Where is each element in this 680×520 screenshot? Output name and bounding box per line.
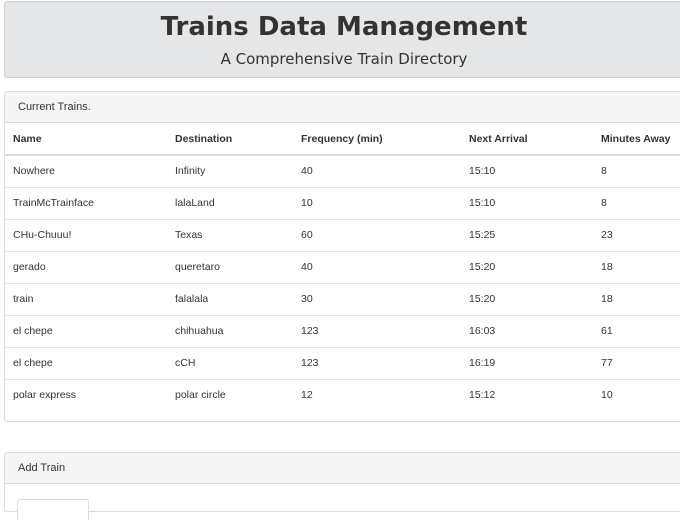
column-header-destination: Destination <box>167 123 293 156</box>
cell-next-arrival: 15:20 <box>461 283 593 316</box>
cell-name: TrainMcTrainface <box>5 187 167 220</box>
cell-destination: queretaro <box>167 251 293 284</box>
cell-next-arrival: 15:25 <box>461 219 593 252</box>
cell-frequency: 12 <box>301 389 313 402</box>
cell-minutes-away: 18 <box>593 251 680 284</box>
table-row: el chepe cCH 123 16:19 77 <box>5 347 680 380</box>
cell-minutes-away: 8 <box>593 187 680 220</box>
cell-name: polar express <box>13 389 77 402</box>
cell-destination: Texas <box>167 219 293 252</box>
cell-minutes-away: 10 <box>601 389 613 402</box>
cell-name: Nowhere <box>5 155 167 188</box>
page-title: Trains Data Management <box>160 12 528 42</box>
cell-next-arrival: 15:12 <box>469 389 496 402</box>
current-trains-panel: Current Trains. Name Destination Frequen… <box>4 91 680 422</box>
table-row: Nowhere Infinity 40 15:10 8 <box>5 155 680 188</box>
cell-frequency: 40 <box>293 251 461 284</box>
cell-frequency: 123 <box>293 347 461 380</box>
cell-destination: cCH <box>167 347 293 380</box>
table-row: gerado queretaro 40 15:20 18 <box>5 251 680 284</box>
column-header-frequency: Frequency (min) <box>293 123 461 156</box>
cell-next-arrival: 15:10 <box>461 155 593 188</box>
add-train-panel: Add Train <box>4 452 680 520</box>
cell-minutes-away: 77 <box>593 347 680 380</box>
column-header-minutes-away: Minutes Away <box>593 123 680 156</box>
table-header-row: Name Destination Frequency (min) Next Ar… <box>5 123 680 156</box>
add-train-heading: Add Train <box>5 453 680 484</box>
cell-minutes-away: 23 <box>593 219 680 252</box>
cell-frequency: 30 <box>293 283 461 316</box>
cell-destination: falalala <box>167 283 293 316</box>
table-row: train falalala 30 15:20 18 <box>5 283 680 316</box>
cell-destination: Infinity <box>167 155 293 188</box>
table-row: el chepe chihuahua 123 16:03 61 <box>5 315 680 348</box>
header-jumbotron: Trains Data Management A Comprehensive T… <box>4 1 680 78</box>
cell-minutes-away: 8 <box>593 155 680 188</box>
form-field-stub[interactable] <box>17 499 89 520</box>
cell-destination: lalaLand <box>167 187 293 220</box>
cell-frequency: 40 <box>293 155 461 188</box>
cell-next-arrival: 15:10 <box>461 187 593 220</box>
cell-name: el chepe <box>5 347 167 380</box>
table-row: polar express polar circle 12 15:12 10 <box>5 379 680 411</box>
cell-name: CHu-Chuuu! <box>5 219 167 252</box>
cell-next-arrival: 16:03 <box>461 315 593 348</box>
current-trains-heading: Current Trains. <box>5 92 680 123</box>
page-subtitle: A Comprehensive Train Directory <box>220 50 468 68</box>
cell-name: el chepe <box>5 315 167 348</box>
cell-frequency: 10 <box>293 187 461 220</box>
cell-next-arrival: 15:20 <box>461 251 593 284</box>
cell-minutes-away: 18 <box>593 283 680 316</box>
cell-name: gerado <box>5 251 167 284</box>
column-header-next-arrival: Next Arrival <box>461 123 593 156</box>
table-row: TrainMcTrainface lalaLand 10 15:10 8 <box>5 187 680 220</box>
cell-destination: chihuahua <box>167 315 293 348</box>
trains-table: Name Destination Frequency (min) Next Ar… <box>5 123 680 411</box>
column-header-name: Name <box>5 123 167 156</box>
cell-minutes-away: 61 <box>593 315 680 348</box>
cell-name: train <box>5 283 167 316</box>
cell-next-arrival: 16:19 <box>461 347 593 380</box>
cell-frequency: 123 <box>293 315 461 348</box>
table-row: CHu-Chuuu! Texas 60 15:25 23 <box>5 219 680 252</box>
cell-frequency: 60 <box>293 219 461 252</box>
cell-destination: polar circle <box>175 389 226 402</box>
